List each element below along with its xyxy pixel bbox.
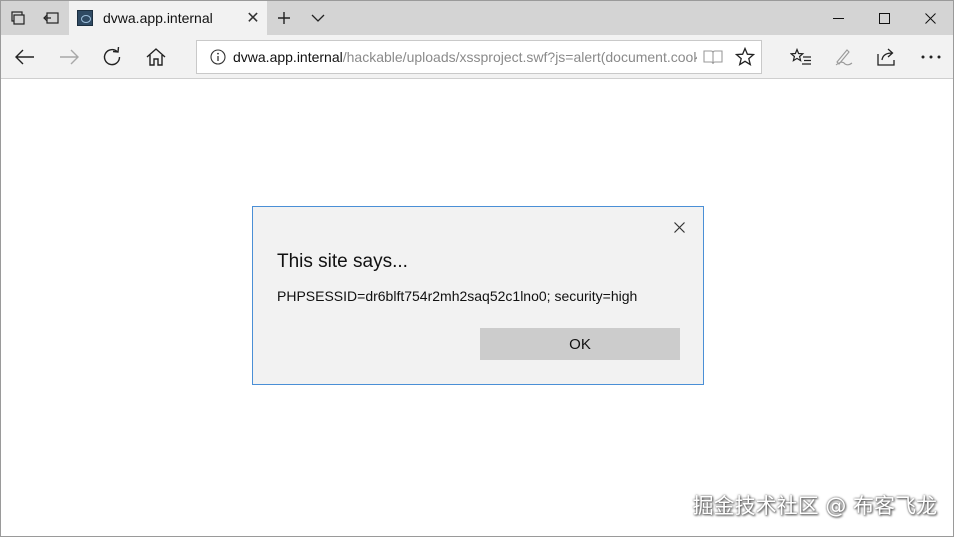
favorite-star-icon[interactable] <box>729 41 761 73</box>
close-window-button[interactable] <box>907 1 953 35</box>
url-path: /hackable/uploads/xssproject.swf?js=aler… <box>342 49 697 65</box>
site-favicon-icon <box>77 10 93 26</box>
navigation-bar: dvwa.app.internal/hackable/uploads/xsspr… <box>1 35 953 79</box>
forward-arrow-icon[interactable] <box>49 39 89 75</box>
url-text[interactable]: dvwa.app.internal/hackable/uploads/xsspr… <box>233 49 697 65</box>
chevron-down-icon[interactable] <box>301 1 335 35</box>
refresh-icon[interactable] <box>92 39 132 75</box>
back-arrow-icon[interactable] <box>5 39 45 75</box>
tab-bar: dvwa.app.internal ✕ <box>1 1 953 35</box>
watermark: 掘金技术社区 @ 布客飞龙 <box>692 494 937 518</box>
dialog-message: PHPSESSID=dr6blft754r2mh2saq52c1lno0; se… <box>277 288 638 304</box>
dialog-title: This site says... <box>277 251 408 272</box>
tab-close-icon[interactable]: ✕ <box>239 8 267 28</box>
ok-button[interactable]: OK <box>480 328 680 360</box>
set-tabs-aside-icon[interactable] <box>34 1 67 35</box>
tab-preview-icon[interactable] <box>1 1 34 35</box>
share-icon[interactable] <box>867 39 907 75</box>
home-icon[interactable] <box>136 39 176 75</box>
info-icon[interactable] <box>203 49 233 65</box>
tab-title: dvwa.app.internal <box>103 10 213 26</box>
maximize-button[interactable] <box>861 1 907 35</box>
tab-active[interactable]: dvwa.app.internal ✕ <box>69 1 267 35</box>
address-bar[interactable]: dvwa.app.internal/hackable/uploads/xsspr… <box>196 40 762 74</box>
more-options-icon[interactable] <box>911 39 951 75</box>
new-tab-button[interactable] <box>267 1 301 35</box>
browser-window: dvwa.app.internal ✕ dvwa.app.internal/ha… <box>0 0 954 537</box>
reading-view-icon[interactable] <box>697 41 729 73</box>
web-note-pen-icon[interactable] <box>824 39 864 75</box>
minimize-button[interactable] <box>815 1 861 35</box>
favorites-hub-icon[interactable] <box>781 39 821 75</box>
alert-dialog: This site says... PHPSESSID=dr6blft754r2… <box>252 206 704 385</box>
dialog-close-icon[interactable] <box>669 217 689 237</box>
url-host: dvwa.app.internal <box>233 49 343 65</box>
window-controls <box>815 1 953 35</box>
